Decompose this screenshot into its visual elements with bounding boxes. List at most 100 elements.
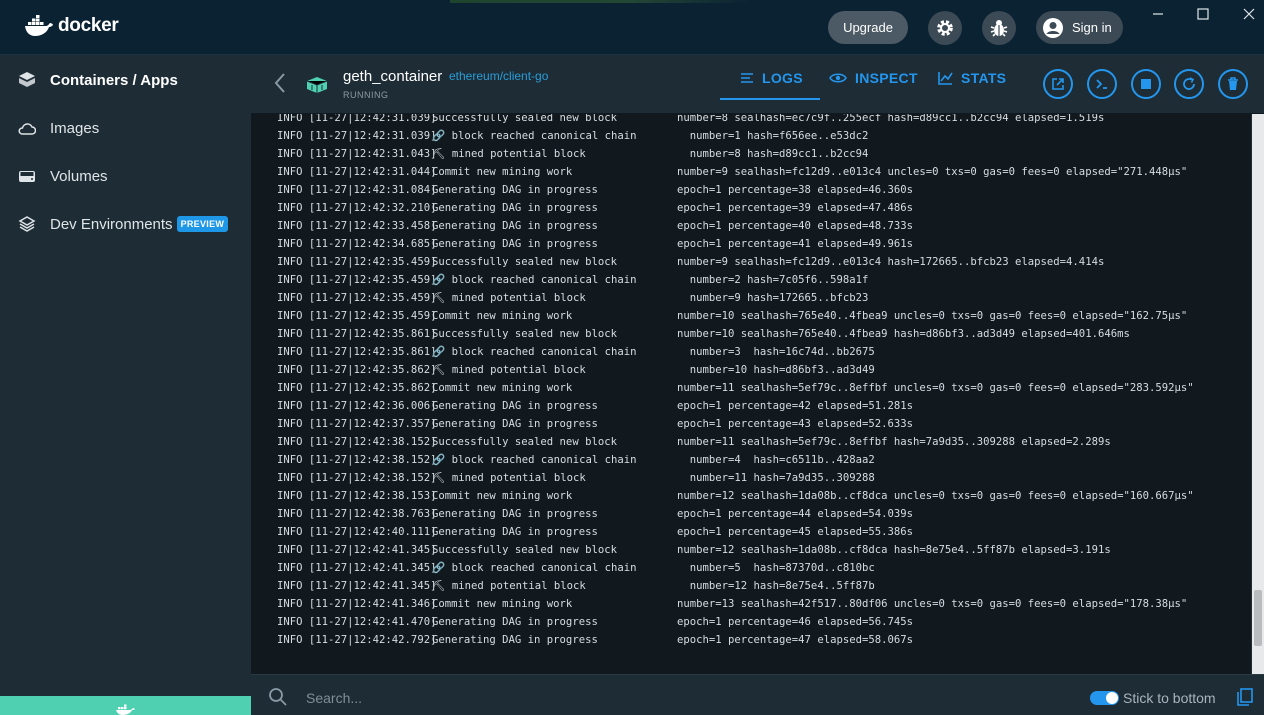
maximize-button[interactable] <box>1193 4 1213 24</box>
log-line: INFO [11-27|12:42:38.152] Successfully se… <box>277 433 1237 451</box>
bug-icon <box>990 20 1008 37</box>
sidebar-item-volumes[interactable]: Volumes <box>0 154 251 198</box>
log-fields: number=9 sealhash=fc12d9..e013c4 hash=17… <box>677 256 1105 268</box>
log-viewer[interactable]: INFO [11-27|12:42:31.039] Successfully se… <box>251 114 1251 674</box>
log-message: Successfully sealed new block <box>432 436 617 448</box>
log-message: Generating DAG in progress <box>432 220 598 232</box>
log-prefix: INFO [11-27|12:42:31.084] <box>277 184 437 196</box>
log-fields: number=8 hash=d89cc1..b2cc94 <box>677 148 869 160</box>
eye-icon <box>829 72 847 83</box>
log-fields: number=3 hash=16c74d..bb2675 <box>677 346 875 358</box>
tab-label: STATS <box>961 69 1007 86</box>
sign-in-button[interactable]: Sign in <box>1036 11 1123 44</box>
log-message: Generating DAG in progress <box>432 418 598 430</box>
tab-label: INSPECT <box>855 69 918 86</box>
minimize-button[interactable] <box>1148 4 1168 24</box>
log-fields: number=9 hash=172665..bfcb23 <box>677 292 869 304</box>
sidebar-item-label: Volumes <box>50 167 108 185</box>
chart-icon <box>938 71 953 85</box>
log-search-input[interactable] <box>306 685 706 711</box>
log-line: INFO [11-27|12:42:35.861] 🔗 block reached… <box>277 343 1237 361</box>
log-prefix: INFO [11-27|12:42:35.459] <box>277 292 437 304</box>
stop-button[interactable] <box>1131 69 1161 99</box>
log-prefix: INFO [11-27|12:42:35.862] <box>277 382 437 394</box>
close-icon <box>1243 8 1255 20</box>
log-fields: number=10 sealhash=765e40..4fbea9 uncles… <box>677 310 1188 322</box>
log-fields: number=8 sealhash=ec7c9f..255ecf hash=d8… <box>677 114 1105 124</box>
troubleshoot-button[interactable] <box>982 11 1016 45</box>
restart-button[interactable] <box>1174 69 1204 99</box>
log-prefix: INFO [11-27|12:42:32.210] <box>277 202 437 214</box>
sidebar-item-dev-environments[interactable]: Dev Environments PREVIEW <box>0 202 251 246</box>
log-message: ⛏ mined potential block <box>432 472 586 484</box>
log-message: Commit new mining work <box>432 598 573 610</box>
log-line: INFO [11-27|12:42:31.084] Generating DAG … <box>277 181 1237 199</box>
log-line: INFO [11-27|12:42:32.210] Generating DAG … <box>277 199 1237 217</box>
settings-icon <box>937 20 953 36</box>
sidebar-item-images[interactable]: Images <box>0 106 251 150</box>
log-line: INFO [11-27|12:42:31.039] 🔗 block reached… <box>277 127 1237 145</box>
delete-button[interactable] <box>1218 69 1248 99</box>
whale-icon <box>25 15 53 36</box>
log-message: Generating DAG in progress <box>432 526 598 538</box>
tab-stats[interactable]: STATS <box>938 55 1006 100</box>
engine-status-bar[interactable] <box>0 696 251 715</box>
log-prefix: INFO [11-27|12:42:38.152] <box>277 436 437 448</box>
maximize-icon <box>1197 8 1209 20</box>
log-fields: number=10 hash=d86bf3..ad3d49 <box>677 364 875 376</box>
close-window-button[interactable] <box>1239 4 1259 24</box>
log-scrollbar[interactable] <box>1252 114 1264 674</box>
sidebar: Containers / Apps Images Volumes Dev Env… <box>0 55 251 715</box>
log-message: ⛏ mined potential block <box>432 580 586 592</box>
container-image-link[interactable]: ethereum/client-go <box>449 69 548 83</box>
cloud-icon <box>18 119 36 137</box>
log-line: INFO [11-27|12:42:35.459] 🔗 block reached… <box>277 271 1237 289</box>
log-line: INFO [11-27|12:42:41.345] ⛏ mined potenti… <box>277 577 1237 595</box>
logs-icon <box>741 72 753 83</box>
container-icon <box>306 77 328 93</box>
restart-icon <box>1183 77 1195 90</box>
log-prefix: INFO [11-27|12:42:35.862] <box>277 364 437 376</box>
log-line: INFO [11-27|12:42:41.345] Successfully se… <box>277 541 1237 559</box>
log-message: Generating DAG in progress <box>432 202 598 214</box>
log-line: INFO [11-27|12:42:31.044] Commit new mini… <box>277 163 1237 181</box>
log-fields: epoch=1 percentage=41 elapsed=49.961s <box>677 238 913 250</box>
sidebar-item-containers[interactable]: Containers / Apps <box>0 58 251 102</box>
log-prefix: INFO [11-27|12:42:41.470] <box>277 616 437 628</box>
stick-to-bottom-toggle[interactable] <box>1090 691 1119 705</box>
log-message: Successfully sealed new block <box>432 114 617 124</box>
log-prefix: INFO [11-27|12:42:40.111] <box>277 526 437 538</box>
log-fields: epoch=1 percentage=46 elapsed=56.745s <box>677 616 913 628</box>
container-status: RUNNING <box>343 90 389 100</box>
log-prefix: INFO [11-27|12:42:38.763] <box>277 508 437 520</box>
upgrade-button[interactable]: Upgrade <box>828 11 908 44</box>
back-button[interactable] <box>273 72 287 100</box>
log-message: Generating DAG in progress <box>432 634 598 646</box>
log-fields: number=9 sealhash=fc12d9..e013c4 uncles=… <box>677 166 1188 178</box>
log-fields: number=10 sealhash=765e40..4fbea9 hash=d… <box>677 328 1130 340</box>
log-prefix: INFO [11-27|12:42:31.039] <box>277 114 437 124</box>
log-fields: number=11 hash=7a9d35..309288 <box>677 472 875 484</box>
open-in-browser-button[interactable] <box>1043 69 1073 99</box>
log-message: Commit new mining work <box>432 166 573 178</box>
log-message: ⛏ mined potential block <box>432 292 586 304</box>
settings-button[interactable] <box>928 11 962 45</box>
log-message: Commit new mining work <box>432 382 573 394</box>
log-line: INFO [11-27|12:42:41.346] Commit new mini… <box>277 595 1237 613</box>
title-bar: docker Upgrade Sign in <box>0 0 1264 55</box>
open-browser-icon <box>1052 78 1064 90</box>
app-name: docker <box>58 15 119 36</box>
copy-icon[interactable] <box>1237 688 1253 706</box>
scrollbar-thumb[interactable] <box>1254 590 1262 646</box>
tab-inspect[interactable]: INSPECT <box>829 55 918 100</box>
log-prefix: INFO [11-27|12:42:31.043] <box>277 148 437 160</box>
log-line: INFO [11-27|12:42:35.459] Successfully se… <box>277 253 1237 271</box>
cli-button[interactable] <box>1087 69 1117 99</box>
tab-logs[interactable]: LOGS <box>740 55 803 100</box>
log-line: INFO [11-27|12:42:37.357] Generating DAG … <box>277 415 1237 433</box>
log-message: 🔗 block reached canonical chain <box>432 562 637 574</box>
log-message: 🔗 block reached canonical chain <box>432 454 637 466</box>
log-fields: epoch=1 percentage=38 elapsed=46.360s <box>677 184 913 196</box>
docker-logo: docker <box>24 14 119 38</box>
log-prefix: INFO [11-27|12:42:38.152] <box>277 454 437 466</box>
